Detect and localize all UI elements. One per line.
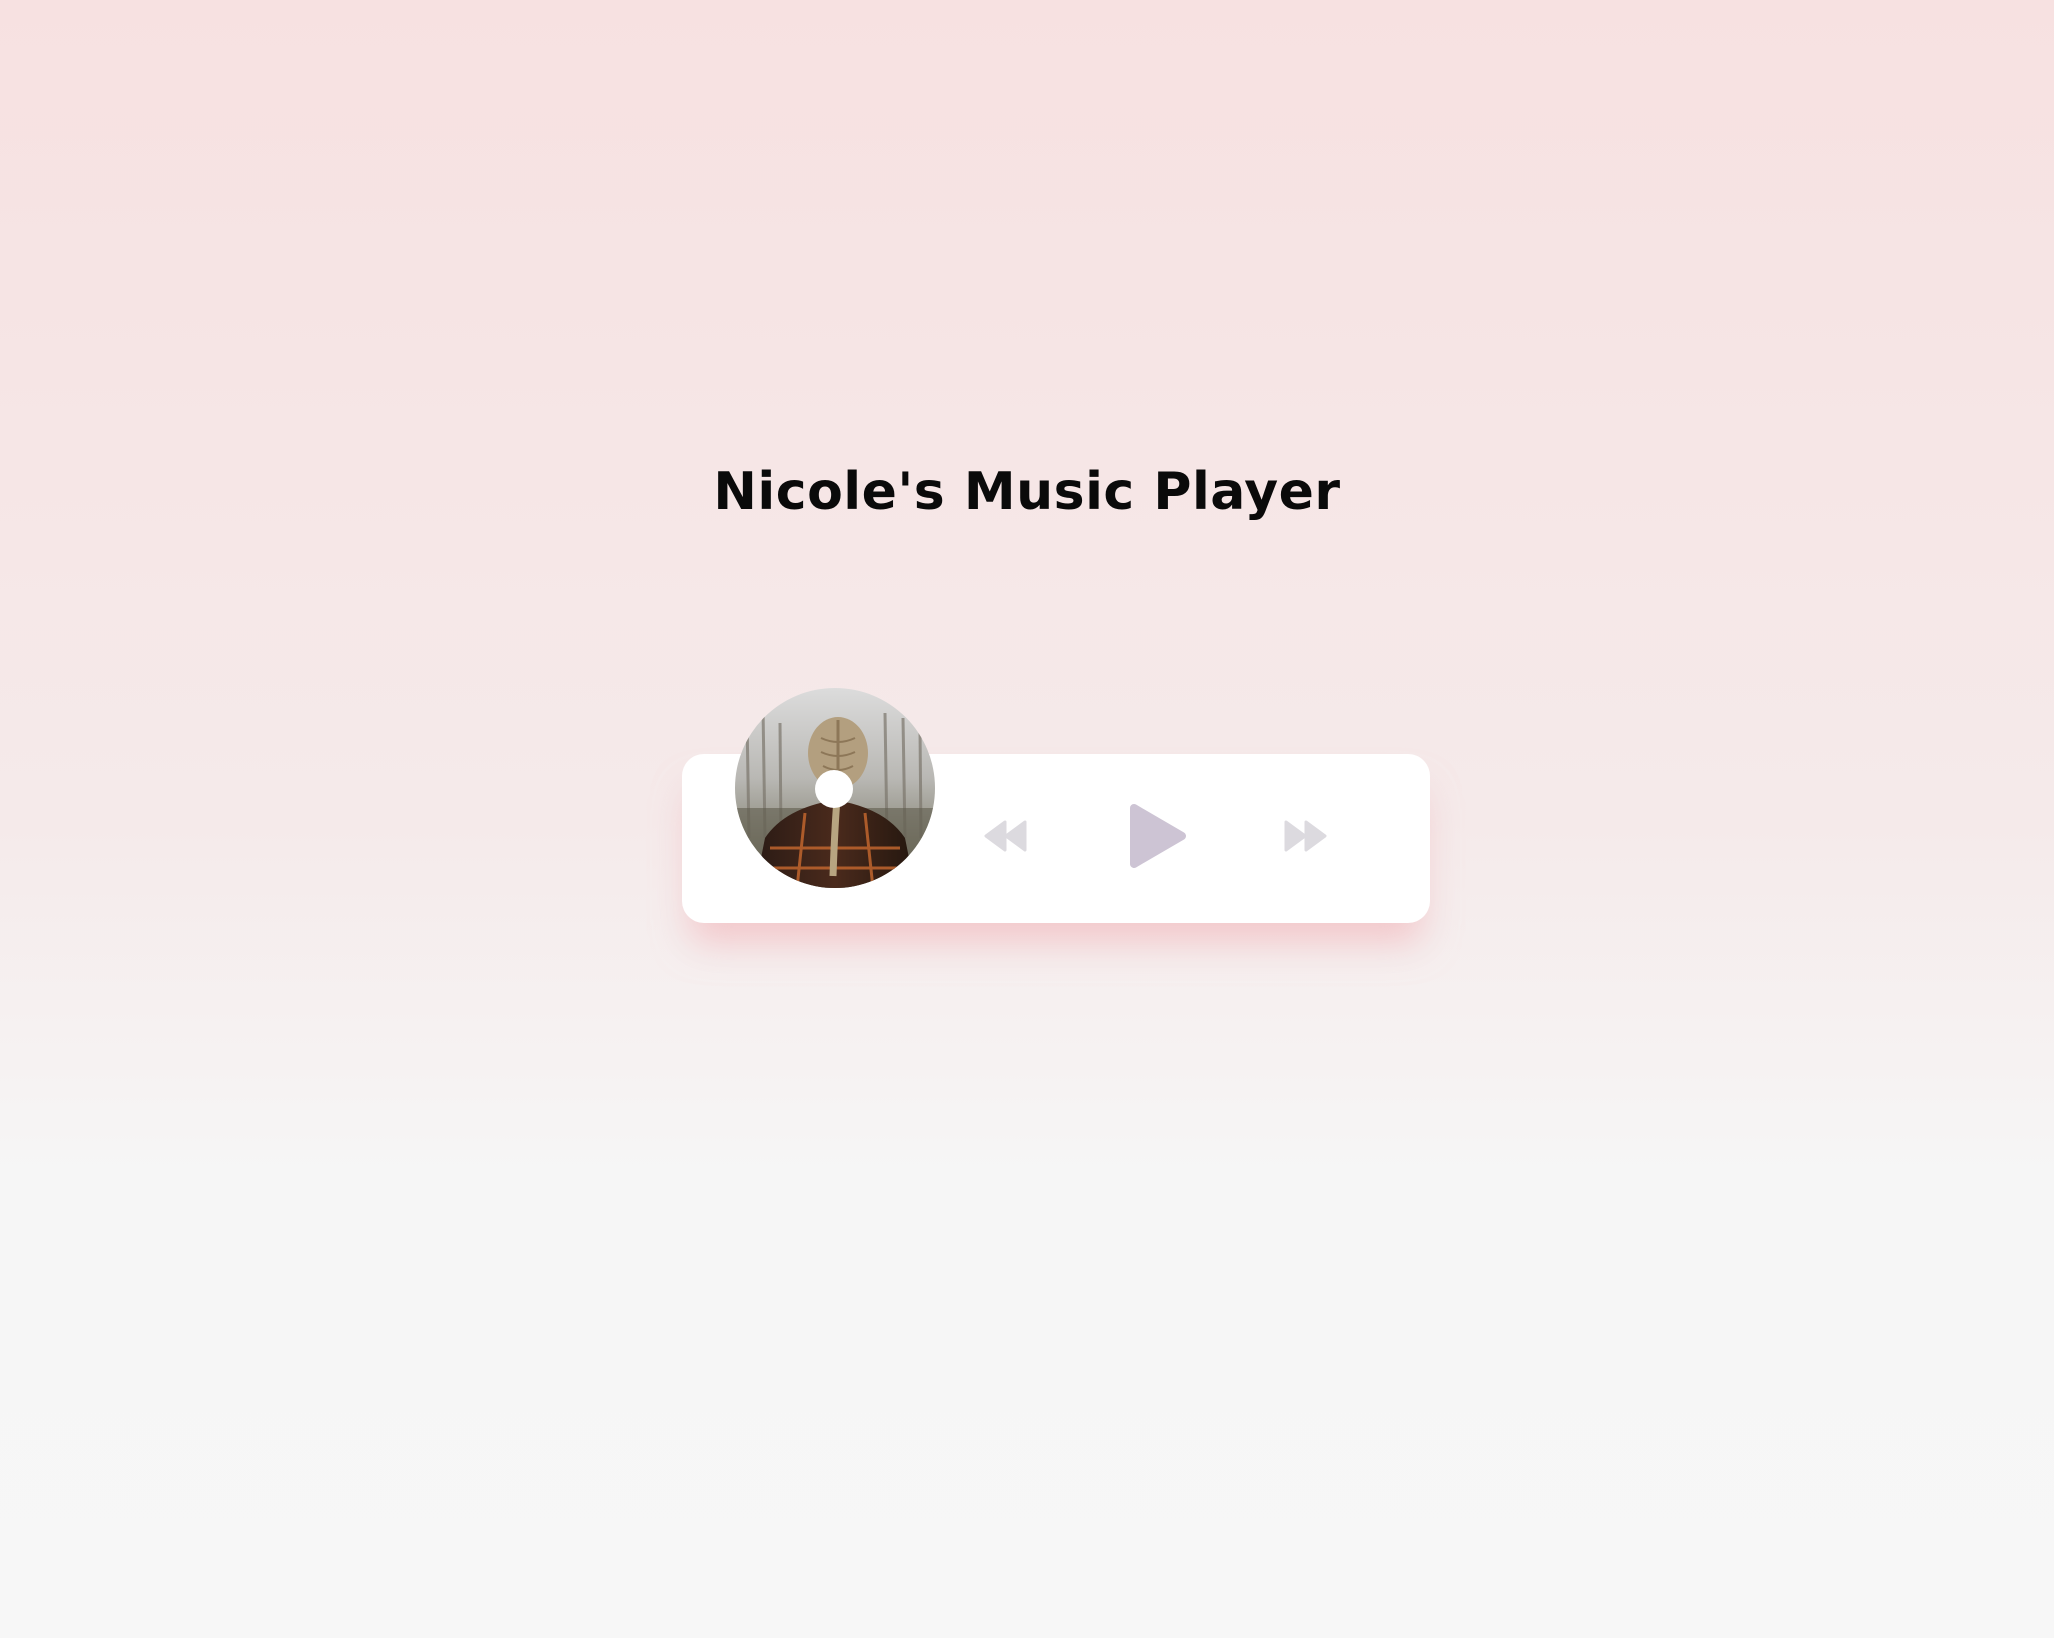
play-icon	[1130, 804, 1186, 868]
page-title: Nicole's Music Player	[713, 462, 1341, 522]
forward-icon	[1284, 820, 1327, 852]
previous-track-button[interactable]	[984, 818, 1028, 854]
play-button[interactable]	[1124, 802, 1192, 870]
next-track-button[interactable]	[1283, 818, 1327, 854]
disc-center-hole	[815, 770, 853, 808]
backward-icon	[984, 820, 1027, 852]
